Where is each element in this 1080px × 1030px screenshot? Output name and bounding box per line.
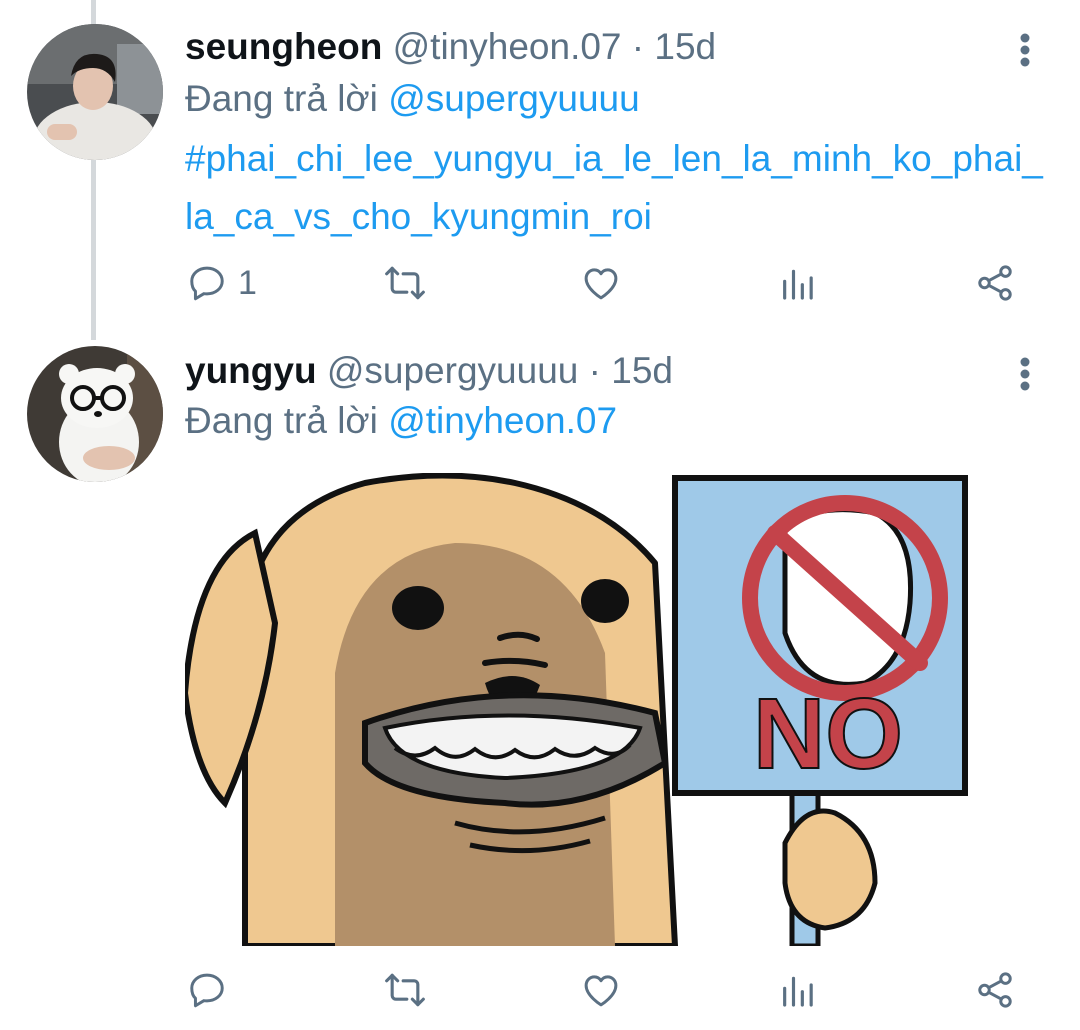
timestamp[interactable]: 15d	[654, 26, 716, 67]
retweet-button[interactable]	[383, 258, 427, 308]
replying-to: Đang trả lời @tinyheon.07	[185, 400, 617, 442]
sign-text: NO	[753, 678, 903, 790]
share-icon	[974, 262, 1016, 304]
more-options-icon[interactable]	[1005, 352, 1045, 402]
share-button[interactable]	[974, 965, 1016, 1015]
reply-icon	[186, 969, 228, 1011]
analytics-icon	[778, 969, 818, 1011]
like-button[interactable]	[580, 965, 622, 1015]
avatar[interactable]	[27, 346, 163, 482]
time-separator: ·	[631, 26, 645, 67]
handle[interactable]: @tinyheon.07	[393, 26, 622, 67]
reply-icon	[186, 262, 228, 304]
replying-prefix: Đang trả lời	[185, 78, 378, 119]
analytics-icon	[778, 262, 818, 304]
display-name[interactable]: seungheon	[185, 26, 382, 67]
like-button[interactable]	[580, 258, 622, 308]
retweet-icon	[383, 261, 427, 305]
time-separator: ·	[588, 350, 601, 391]
avatar[interactable]	[27, 24, 163, 160]
replying-to-handle[interactable]: @tinyheon.07	[388, 400, 617, 441]
replying-prefix: Đang trả lời	[185, 400, 378, 441]
replying-to-handle[interactable]: @supergyuuuu	[388, 78, 640, 119]
heart-icon	[580, 969, 622, 1011]
tweet-media-image[interactable]: NO	[181, 472, 973, 949]
more-options-icon[interactable]	[1005, 28, 1045, 78]
tweet-header: seungheon @tinyheon.07 · 15d	[185, 26, 716, 68]
retweet-button[interactable]	[383, 965, 427, 1015]
tweet-text[interactable]: #phai_chi_lee_yungyu_ia_le_len_la_minh_k…	[185, 130, 1045, 246]
heart-icon	[580, 262, 622, 304]
share-button[interactable]	[974, 258, 1016, 308]
display-name[interactable]: yungyu	[185, 350, 317, 391]
tweet-header: yungyu @supergyuuuu · 15d	[185, 350, 673, 392]
action-bar	[0, 965, 1080, 1015]
handle[interactable]: @supergyuuuu	[327, 350, 579, 391]
analytics-button[interactable]	[778, 258, 818, 308]
replying-to: Đang trả lời @supergyuuuu	[185, 78, 640, 120]
reply-count: 1	[238, 263, 257, 302]
analytics-button[interactable]	[778, 965, 818, 1015]
share-icon	[974, 969, 1016, 1011]
timestamp[interactable]: 15d	[611, 350, 673, 391]
retweet-icon	[383, 968, 427, 1012]
reply-button[interactable]: 1	[186, 258, 257, 308]
reply-button[interactable]	[186, 965, 228, 1015]
action-bar: 1	[0, 258, 1080, 308]
